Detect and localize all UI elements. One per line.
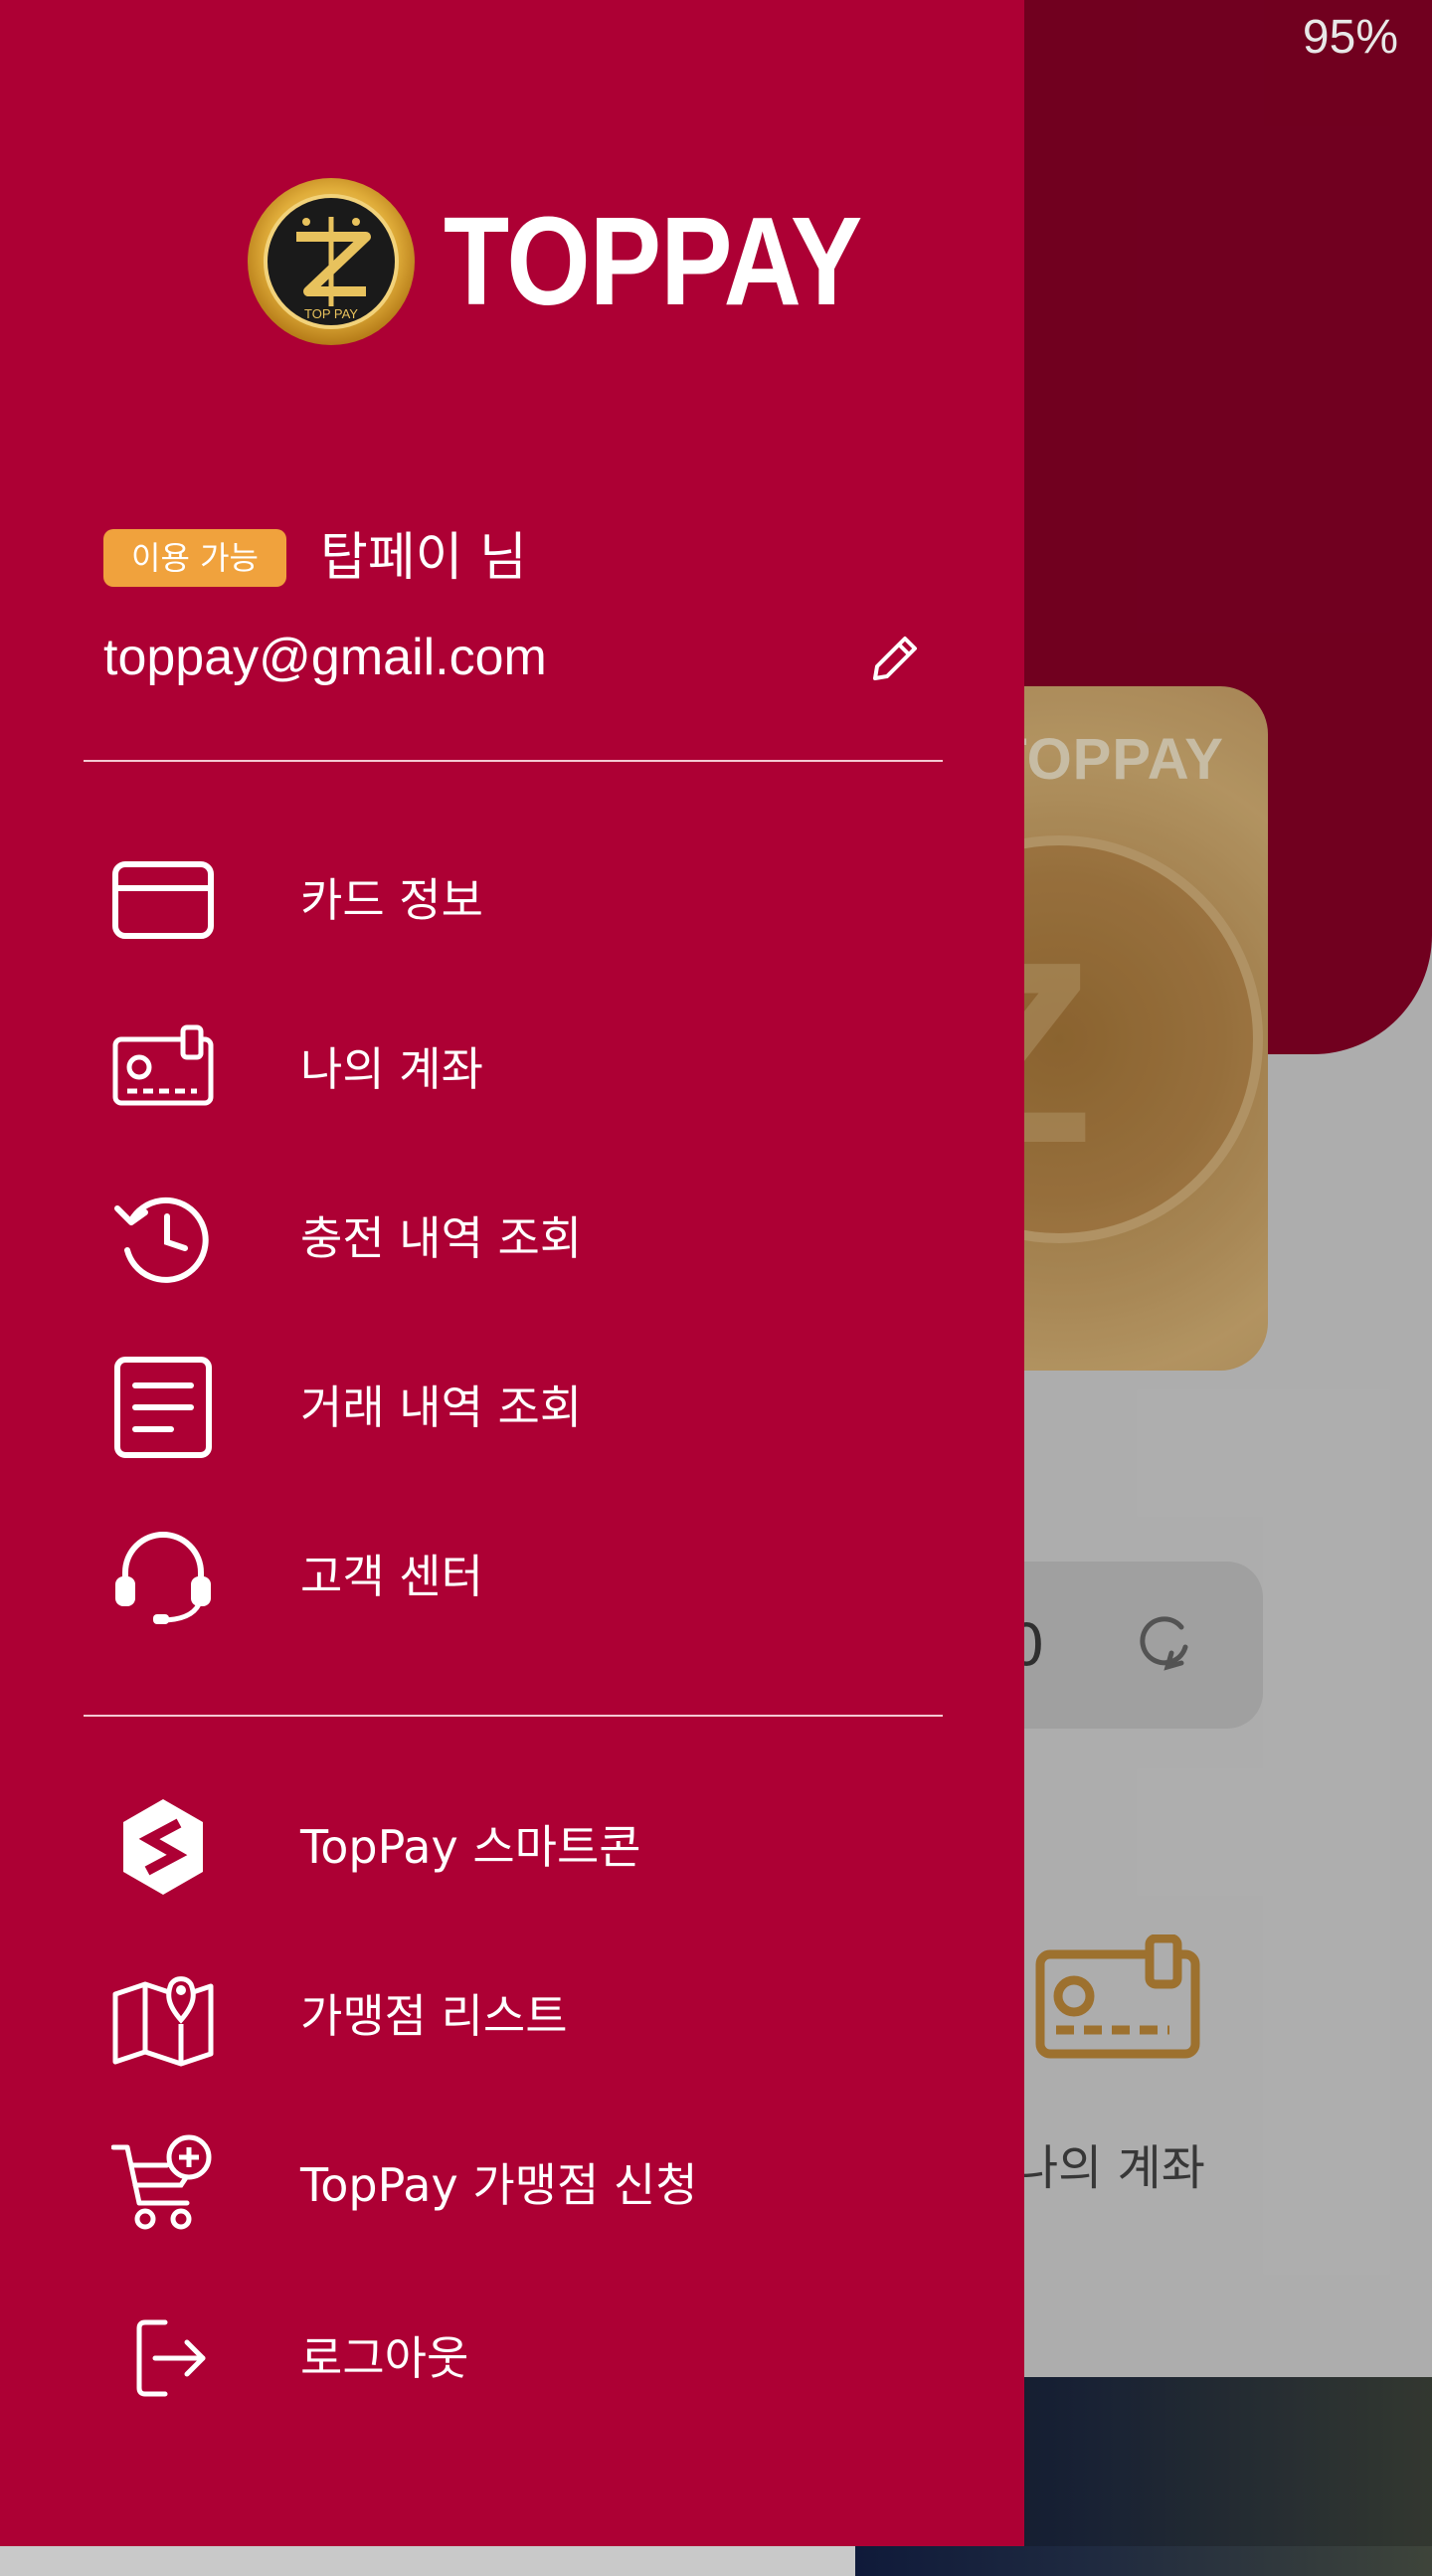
toppay-coin-logo-icon: TOP PAY [248, 178, 415, 345]
menu-item-merchant-list[interactable]: 가맹점 리스트 [0, 1941, 1024, 2091]
battery-indicator: 95% [1302, 11, 1398, 64]
svg-text:TOP PAY: TOP PAY [304, 306, 358, 321]
divider [84, 760, 943, 762]
menu-label: 가맹점 리스트 [300, 1989, 568, 2043]
menu-label: 충전 내역 조회 [300, 1211, 583, 1265]
menu-item-logout[interactable]: 로그아웃 [0, 2284, 1024, 2433]
brand-logo: TOP PAY TOPPAY [247, 177, 862, 352]
history-icon [114, 1196, 209, 1283]
smartcon-icon [123, 1799, 203, 1895]
menu-item-merchant-apply[interactable]: TopPay 가맹점 신청 [0, 2111, 1024, 2260]
cart-add-icon [111, 2134, 212, 2230]
logout-icon [136, 2319, 206, 2397]
headset-icon [115, 1532, 211, 1624]
status-badge: 이용 가능 [103, 529, 286, 587]
menu-label: TopPay 스마트콘 [300, 1820, 641, 1874]
account-icon [112, 1024, 214, 1106]
map-icon [112, 1976, 214, 2067]
menu-item-card-info[interactable]: 카드 정보 [0, 826, 1024, 975]
card-icon [112, 861, 214, 939]
brand-name: TOPPAY [444, 191, 862, 331]
menu-item-charge-history[interactable]: 충전 내역 조회 [0, 1164, 1024, 1313]
user-email: toppay@gmail.com [103, 629, 547, 686]
document-icon [114, 1357, 212, 1458]
menu-label: 고객 센터 [300, 1550, 483, 1603]
navigation-drawer: TOP PAY TOPPAY 이용 가능 탑페이 님 toppay@gmail.… [0, 0, 1024, 2546]
menu-item-transaction-history[interactable]: 거래 내역 조회 [0, 1333, 1024, 1482]
menu-label: 로그아웃 [300, 2331, 469, 2385]
divider [84, 1715, 943, 1717]
menu-item-smartcon[interactable]: TopPay 스마트콘 [0, 1772, 1024, 1922]
menu-label: 카드 정보 [300, 873, 483, 927]
edit-profile-button[interactable] [865, 629, 925, 688]
menu-item-my-account[interactable]: 나의 계좌 [0, 995, 1024, 1144]
menu-label: 나의 계좌 [300, 1042, 483, 1096]
user-name: 탑페이 님 [320, 528, 527, 588]
menu-label: TopPay 가맹점 신청 [300, 2158, 698, 2212]
menu-item-customer-center[interactable]: 고객 센터 [0, 1502, 1024, 1651]
menu-label: 거래 내역 조회 [300, 1380, 583, 1434]
